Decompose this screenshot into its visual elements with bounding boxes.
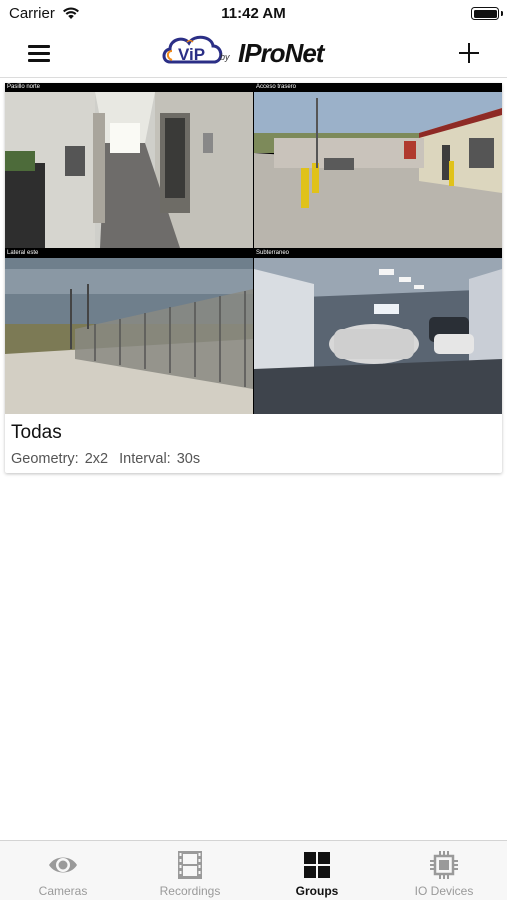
tab-cameras[interactable]: Cameras	[0, 841, 126, 900]
camera-label: Subterraneo	[256, 250, 290, 256]
eye-icon	[49, 857, 77, 873]
geometry-label: Geometry:	[11, 451, 79, 467]
camera-label: Lateral este	[7, 250, 39, 256]
grid-icon	[304, 852, 330, 878]
geometry-value: 2x2	[84, 451, 109, 467]
film-icon	[178, 851, 202, 879]
camera-snapshot-underground	[254, 258, 502, 414]
camera-label: Acceso trasero	[256, 84, 297, 90]
group-details: Geometry: 2x2 Interval: 30s	[11, 451, 206, 467]
tab-label: Cameras	[38, 884, 88, 898]
camera-mosaic: Pasillo norte Acceso trasero Lateral est…	[5, 83, 502, 414]
tab-label: Recordings	[159, 884, 221, 898]
status-bar: Carrier 11:42 AM	[0, 0, 507, 28]
camera-tile: Subterraneo	[254, 249, 502, 414]
logo-by-text: by	[220, 52, 230, 62]
battery-nub	[500, 11, 503, 16]
camera-snapshot-fence	[5, 258, 253, 414]
group-card[interactable]: Pasillo norte Acceso trasero Lateral est…	[5, 83, 502, 473]
group-name: Todas	[11, 422, 62, 443]
camera-tile: Lateral este	[5, 249, 253, 414]
tab-io-devices[interactable]: IO Devices	[381, 841, 507, 900]
menu-button[interactable]	[26, 40, 54, 66]
logo-vip-text: ViP	[178, 45, 205, 64]
tab-label: Groups	[295, 884, 339, 898]
camera-tile: Pasillo norte	[5, 83, 253, 248]
tab-groups[interactable]: Groups	[254, 841, 380, 900]
camera-snapshot-parking-lot	[254, 92, 502, 248]
tab-recordings[interactable]: Recordings	[127, 841, 253, 900]
camera-snapshot-corridor	[5, 92, 253, 248]
camera-tile: Acceso trasero	[254, 83, 502, 248]
interval-value: 30s	[176, 451, 201, 467]
nav-bar: ViP by IProNet	[0, 28, 507, 78]
app-logo: ViP by IProNet	[160, 30, 350, 76]
chip-icon	[430, 851, 458, 879]
tab-bar: Cameras Recordings Groups IO Devices	[0, 840, 507, 900]
status-time: 11:42 AM	[221, 5, 286, 22]
battery-icon	[471, 7, 499, 20]
camera-label: Pasillo norte	[7, 84, 41, 90]
add-group-button[interactable]	[455, 39, 483, 67]
tab-label: IO Devices	[414, 884, 474, 898]
interval-label: Interval:	[119, 451, 171, 467]
logo-brand-text: IProNet	[238, 38, 324, 68]
